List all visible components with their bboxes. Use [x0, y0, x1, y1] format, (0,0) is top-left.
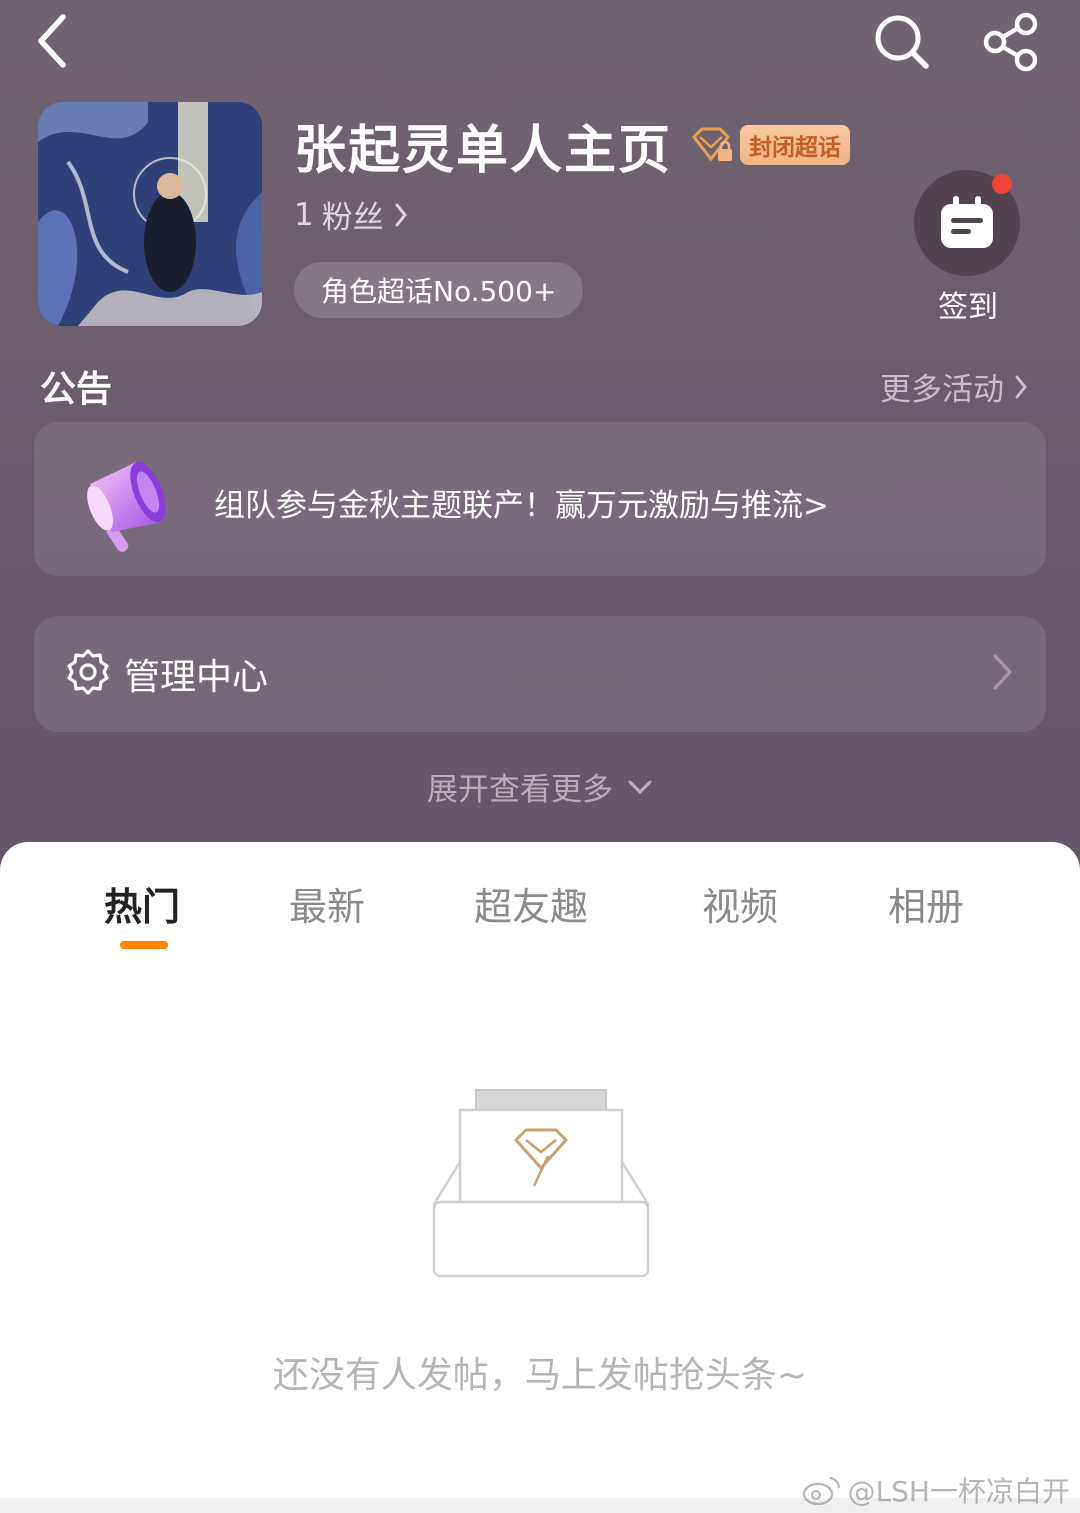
- empty-state-message: 还没有人发帖，马上发帖抢头条~: [272, 1355, 808, 1396]
- expand-more-label: 展开查看更多: [427, 772, 613, 808]
- search-button[interactable]: [866, 6, 938, 78]
- more-activities-label: 更多活动: [880, 372, 1004, 408]
- search-icon: [875, 15, 929, 69]
- active-tab-indicator: [120, 941, 168, 949]
- share-button[interactable]: [976, 6, 1048, 78]
- fans-link[interactable]: 1 粉丝: [294, 192, 408, 237]
- calendar-icon: [941, 196, 993, 248]
- share-icon: [983, 12, 1038, 72]
- page-title: 张起灵单人主页: [294, 120, 673, 181]
- notification-dot: [992, 174, 1012, 194]
- watermark-text: @LSH一杯凉白开: [847, 1475, 1070, 1508]
- tab-hot[interactable]: 热门: [104, 876, 180, 931]
- checkin-label[interactable]: 签到: [920, 282, 1016, 326]
- fans-count: 1: [294, 196, 314, 233]
- chevron-down-icon: [628, 780, 652, 794]
- back-button[interactable]: [18, 6, 88, 76]
- empty-box-icon: [432, 1089, 650, 1278]
- rank-pill[interactable]: 角色超话No.500+: [294, 262, 584, 318]
- gear-icon: [67, 649, 109, 695]
- manage-center-label: 管理中心: [124, 657, 269, 698]
- tab-latest[interactable]: 最新: [289, 876, 365, 931]
- tab-album[interactable]: 相册: [888, 876, 964, 931]
- fans-label: 粉丝: [321, 200, 384, 236]
- closed-topic-badge: 封闭超话: [740, 125, 851, 165]
- tab-videos[interactable]: 视频: [702, 876, 778, 931]
- watermark: @LSH一杯凉白开: [802, 1470, 1070, 1510]
- title-row: 张起灵单人主页 封闭超话: [294, 112, 851, 181]
- chevron-right-icon: [993, 654, 1012, 690]
- diamond-lock-icon: [692, 127, 733, 162]
- tab-fan-fun[interactable]: 超友趣: [474, 876, 588, 931]
- chevron-left-icon: [38, 14, 66, 68]
- chevron-right-icon: [395, 203, 407, 226]
- notice-heading: 公告: [40, 369, 113, 410]
- megaphone-icon: [87, 461, 166, 552]
- notice-message[interactable]: 组队参与金秋主题联产！赢万元激励与推流>: [214, 480, 829, 525]
- more-activities-link[interactable]: 更多活动: [880, 364, 1028, 409]
- expand-more-button[interactable]: 展开查看更多: [0, 764, 1080, 809]
- chevron-right-icon: [1015, 375, 1027, 398]
- supertopic-cover-image[interactable]: [38, 102, 262, 326]
- weibo-logo-icon: [802, 1476, 840, 1506]
